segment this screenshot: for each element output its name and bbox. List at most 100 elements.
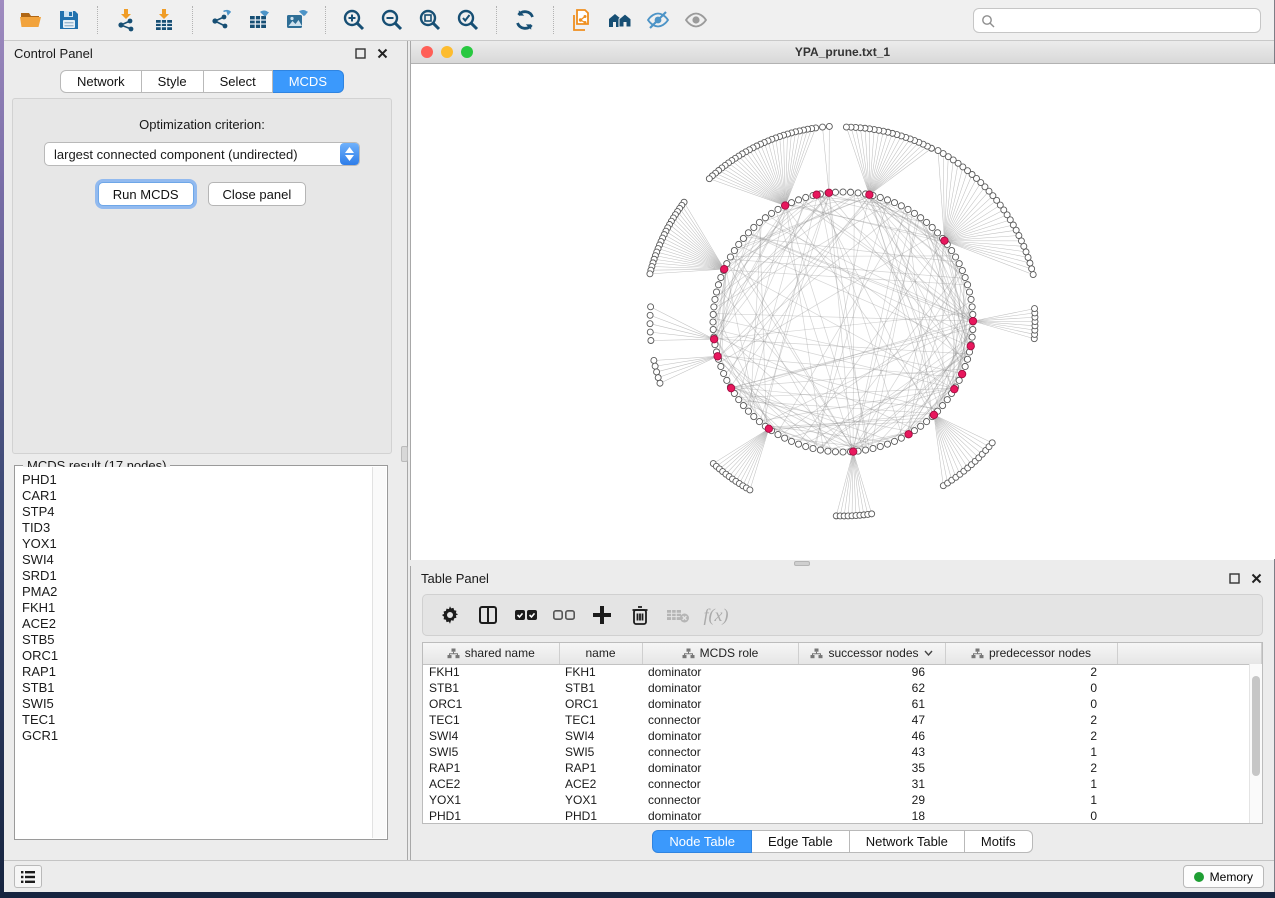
tab-mcds[interactable]: MCDS bbox=[273, 70, 344, 93]
mcds-result-item[interactable]: STB1 bbox=[22, 680, 372, 696]
network-node[interactable] bbox=[820, 124, 826, 130]
cell[interactable]: 2 bbox=[945, 728, 1117, 744]
cell[interactable]: SWI5 bbox=[559, 744, 642, 760]
cell[interactable]: connector bbox=[642, 776, 798, 792]
mcds-result-item[interactable]: PHD1 bbox=[22, 472, 372, 488]
cell[interactable]: FKH1 bbox=[559, 664, 642, 680]
network-node[interactable] bbox=[710, 311, 716, 317]
cell[interactable]: 2 bbox=[945, 712, 1117, 728]
network-node[interactable] bbox=[840, 449, 846, 455]
network-node[interactable] bbox=[1025, 254, 1031, 260]
mcds-result-item[interactable]: PMA2 bbox=[22, 584, 372, 600]
network-node[interactable] bbox=[715, 282, 721, 288]
memory-button[interactable]: Memory bbox=[1183, 865, 1264, 888]
network-node[interactable] bbox=[969, 334, 975, 340]
network-node[interactable] bbox=[648, 304, 654, 310]
network-node[interactable] bbox=[832, 189, 838, 195]
mcds-result-item[interactable]: ACE2 bbox=[22, 616, 372, 632]
network-node[interactable] bbox=[939, 402, 945, 408]
network-node[interactable] bbox=[898, 203, 904, 209]
cell[interactable]: SWI4 bbox=[423, 728, 559, 744]
network-node[interactable] bbox=[962, 363, 968, 369]
delete-columns-button[interactable] bbox=[623, 599, 657, 631]
network-node[interactable] bbox=[929, 224, 935, 230]
mcds-result-list[interactable]: PHD1CAR1STP4TID3YOX1SWI4SRD1PMA2FKH1ACE2… bbox=[16, 467, 372, 838]
cell[interactable]: 31 bbox=[798, 776, 945, 792]
mcds-result-item[interactable]: CAR1 bbox=[22, 488, 372, 504]
mcds-result-item[interactable]: SRD1 bbox=[22, 568, 372, 584]
table-row[interactable]: PHD1PHD1dominator180 bbox=[423, 808, 1262, 824]
network-node[interactable] bbox=[1032, 306, 1038, 312]
first-neighbors-button[interactable] bbox=[602, 3, 638, 37]
network-node[interactable] bbox=[654, 369, 660, 375]
tab-network[interactable]: Network bbox=[60, 70, 142, 93]
network-node[interactable] bbox=[923, 418, 929, 424]
mcds-result-item[interactable]: TEC1 bbox=[22, 712, 372, 728]
network-node[interactable] bbox=[1030, 272, 1036, 278]
zoom-fit-button[interactable] bbox=[412, 3, 448, 37]
network-node[interactable] bbox=[862, 447, 868, 453]
cell[interactable]: SWI5 bbox=[423, 744, 559, 760]
network-node[interactable] bbox=[647, 312, 653, 318]
cell[interactable]: STB1 bbox=[423, 680, 559, 696]
network-node[interactable] bbox=[810, 445, 816, 451]
table-row[interactable]: YOX1YOX1connector291 bbox=[423, 792, 1262, 808]
network-node[interactable] bbox=[724, 377, 730, 383]
network-node[interactable] bbox=[898, 435, 904, 441]
network-node[interactable] bbox=[1027, 260, 1033, 266]
vertical-splitter[interactable] bbox=[400, 41, 410, 860]
network-node[interactable] bbox=[803, 194, 809, 200]
network-node[interactable] bbox=[884, 197, 890, 203]
network-node[interactable] bbox=[718, 274, 724, 280]
network-node[interactable] bbox=[657, 380, 663, 386]
network-node[interactable] bbox=[826, 123, 832, 129]
network-node[interactable] bbox=[934, 230, 940, 236]
mcds-node[interactable] bbox=[951, 385, 958, 392]
cell[interactable]: 1 bbox=[945, 744, 1117, 760]
network-node[interactable] bbox=[788, 438, 794, 444]
mcds-node[interactable] bbox=[727, 384, 734, 391]
cell[interactable]: dominator bbox=[642, 760, 798, 776]
network-node[interactable] bbox=[736, 397, 742, 403]
mcds-result-item[interactable]: SWI5 bbox=[22, 696, 372, 712]
network-node[interactable] bbox=[966, 289, 972, 295]
network-node[interactable] bbox=[710, 326, 716, 332]
network-canvas[interactable] bbox=[411, 64, 1275, 559]
cell[interactable]: dominator bbox=[642, 680, 798, 696]
mcds-result-item[interactable]: RAP1 bbox=[22, 664, 372, 680]
cell[interactable]: dominator bbox=[642, 664, 798, 680]
network-node[interactable] bbox=[964, 282, 970, 288]
table-row[interactable]: ACE2ACE2connector311 bbox=[423, 776, 1262, 792]
close-table-panel-button[interactable] bbox=[1248, 570, 1264, 586]
delete-table-button[interactable] bbox=[661, 599, 695, 631]
cell[interactable]: STB1 bbox=[559, 680, 642, 696]
mcds-result-item[interactable]: STP4 bbox=[22, 504, 372, 520]
mcds-result-item[interactable]: ORC1 bbox=[22, 648, 372, 664]
mcds-node[interactable] bbox=[765, 425, 772, 432]
create-column-button[interactable] bbox=[585, 599, 619, 631]
network-node[interactable] bbox=[918, 423, 924, 429]
network-node[interactable] bbox=[923, 219, 929, 225]
network-node[interactable] bbox=[775, 431, 781, 437]
mcds-node[interactable] bbox=[825, 189, 832, 196]
network-node[interactable] bbox=[944, 397, 950, 403]
network-node[interactable] bbox=[870, 445, 876, 451]
table-tab-motifs[interactable]: Motifs bbox=[965, 830, 1033, 853]
cell[interactable]: TEC1 bbox=[559, 712, 642, 728]
mcds-node[interactable] bbox=[967, 342, 974, 349]
import-network-button[interactable] bbox=[108, 3, 144, 37]
network-node[interactable] bbox=[740, 402, 746, 408]
mcds-node[interactable] bbox=[781, 202, 788, 209]
network-node[interactable] bbox=[647, 271, 653, 277]
table-scrollbar[interactable] bbox=[1249, 664, 1262, 823]
mcds-node[interactable] bbox=[813, 191, 820, 198]
network-node[interactable] bbox=[884, 441, 890, 447]
table-scrollbar-thumb[interactable] bbox=[1252, 676, 1260, 776]
window-close-button[interactable] bbox=[421, 46, 433, 58]
column-header-predecessor-nodes[interactable]: predecessor nodes bbox=[945, 643, 1117, 664]
cell[interactable]: RAP1 bbox=[559, 760, 642, 776]
cell[interactable]: 47 bbox=[798, 712, 945, 728]
window-maximize-button[interactable] bbox=[461, 46, 473, 58]
network-node[interactable] bbox=[935, 148, 941, 154]
network-node[interactable] bbox=[970, 326, 976, 332]
